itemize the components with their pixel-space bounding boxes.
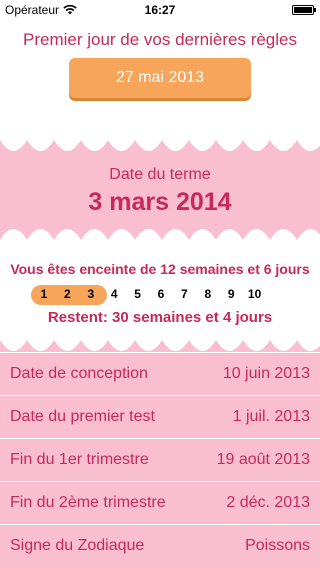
month-number: 4	[110, 287, 118, 301]
detail-value: Poissons	[245, 537, 310, 554]
detail-row: Date du premier test 1 juil. 2013	[0, 395, 320, 438]
detail-value: 10 juin 2013	[222, 365, 310, 382]
scallop-top-decoration	[0, 140, 320, 151]
battery-icon	[292, 5, 316, 15]
scallop-bottom-decoration	[0, 229, 320, 240]
month-number: 1	[40, 287, 48, 301]
detail-label: Date de conception	[10, 365, 148, 382]
detail-row: Fin du 2ème trimestre 2 déc. 2013	[0, 481, 320, 524]
detail-label: Signe du Zodiaque	[10, 537, 145, 554]
month-number: 2	[64, 287, 71, 301]
month-number: 5	[134, 287, 141, 301]
due-date-label: Date du terme	[109, 166, 211, 183]
due-date-value: 3 mars 2014	[88, 188, 232, 216]
scallop-top-decoration	[0, 340, 320, 351]
month-number: 3	[87, 287, 95, 301]
month-number: 7	[181, 287, 188, 301]
detail-value: 19 août 2013	[216, 451, 310, 468]
detail-row: Signe du Zodiaque Poissons	[0, 524, 320, 567]
detail-value: 1 juil. 2013	[232, 408, 310, 425]
detail-label: Date du premier test	[10, 408, 155, 425]
detail-row: Fin du 1er trimestre 19 août 2013	[0, 438, 320, 481]
status-bar: Opérateur 16:27	[0, 0, 320, 20]
status-time: 16:27	[144, 3, 176, 17]
last-period-title: Premier jour de vos dernières règles	[22, 30, 297, 49]
last-period-date-button[interactable]: 27 mai 2013	[69, 58, 251, 98]
detail-label: Fin du 2ème trimestre	[10, 494, 166, 511]
month-number: 6	[157, 287, 165, 301]
month-number: 10	[247, 287, 262, 301]
pregnancy-duration-text: Vous êtes enceinte de 12 semaines et 6 j…	[10, 261, 310, 277]
month-number: 8	[204, 287, 212, 301]
detail-row: Date de conception 10 juin 2013	[0, 352, 320, 395]
detail-label: Fin du 1er trimestre	[10, 451, 149, 468]
remaining-duration-text: Restent: 30 semaines et 4 jours	[47, 309, 273, 326]
detail-value: 2 déc. 2013	[226, 494, 310, 511]
month-number: 9	[227, 287, 235, 301]
